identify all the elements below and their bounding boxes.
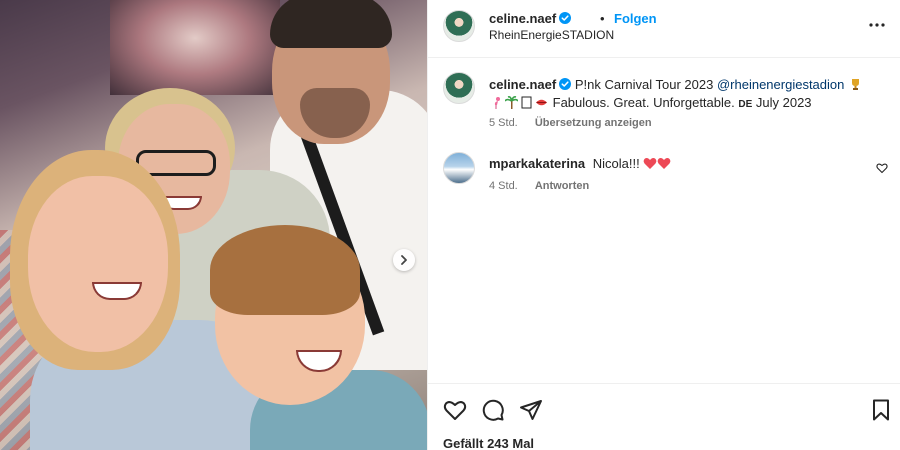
unknown-emoji-icon (521, 96, 532, 109)
caption-description: Fabulous. Great. Unforgettable. (552, 95, 735, 110)
girl-face (28, 176, 168, 352)
post-actions-bar: Gefällt 243 Mal (428, 383, 900, 450)
comment-body: Nicola!!! (592, 156, 640, 171)
comment-heart-icon[interactable] (876, 162, 888, 174)
caption-avatar[interactable] (443, 72, 475, 104)
bookmark-icon[interactable] (869, 398, 893, 422)
paper-plane-icon[interactable] (519, 398, 543, 422)
comment-text: mparkakaterina Nicola!!! (489, 156, 671, 171)
red-heart-emoji-icon (643, 158, 657, 169)
post-header: celine.naef • Folgen RheinEnergieSTADION (428, 0, 900, 58)
concert-stage (110, 0, 280, 95)
more-options-icon[interactable] (868, 16, 886, 34)
caption-username[interactable]: celine.naef (489, 77, 556, 92)
red-heart-emoji-icon (657, 158, 671, 169)
likes-count[interactable]: Gefällt 243 Mal (443, 436, 534, 450)
verified-badge-icon (559, 12, 572, 24)
caption-timestamp[interactable]: 5 Std. (489, 117, 518, 129)
boy-hair (210, 225, 360, 315)
lips-emoji-icon (536, 99, 547, 106)
comment-item: mparkakaterina Nicola!!! 4 Std. Antworte… (443, 152, 888, 196)
location-link[interactable]: RheinEnergieSTADION (489, 28, 614, 42)
carousel-next-button[interactable] (393, 249, 415, 271)
commenter-username[interactable]: mparkakaterina (489, 156, 585, 171)
caption-mention[interactable]: @rheinenergiestadion (717, 77, 844, 92)
caption-date: July 2023 (755, 95, 812, 110)
country-flag-code: DE (738, 99, 753, 110)
header-separator: • (600, 11, 605, 26)
heart-icon[interactable] (443, 398, 467, 422)
post-side-panel: celine.naef • Folgen RheinEnergieSTADION… (427, 0, 900, 450)
follow-button[interactable]: Folgen (614, 11, 657, 26)
comment-bubble-icon[interactable] (481, 398, 505, 422)
translate-button[interactable]: Übersetzung anzeigen (535, 117, 652, 129)
caption-tour-text: P!nk Carnival Tour 2023 (574, 77, 714, 92)
chevron-right-icon (401, 255, 407, 265)
reply-button[interactable]: Antworten (535, 180, 589, 192)
comment-meta: 4 Std. Antworten (489, 180, 603, 192)
post-photo[interactable] (0, 0, 427, 450)
palm-tree-emoji-icon (505, 96, 518, 109)
flamingo-emoji-icon (494, 97, 500, 109)
man-hair (270, 0, 392, 48)
author-username-text[interactable]: celine.naef (489, 11, 556, 26)
commenter-avatar[interactable] (443, 152, 475, 184)
verified-badge-icon (559, 78, 572, 90)
author-avatar[interactable] (443, 10, 475, 42)
trophy-emoji-icon (852, 79, 859, 90)
caption-text: celine.naef P!nk Carnival Tour 2023 @rhe… (489, 76, 884, 114)
comment-timestamp[interactable]: 4 Std. (489, 180, 518, 192)
caption-meta: 5 Std. Übersetzung anzeigen (489, 117, 666, 129)
author-username[interactable]: celine.naef (489, 11, 572, 26)
